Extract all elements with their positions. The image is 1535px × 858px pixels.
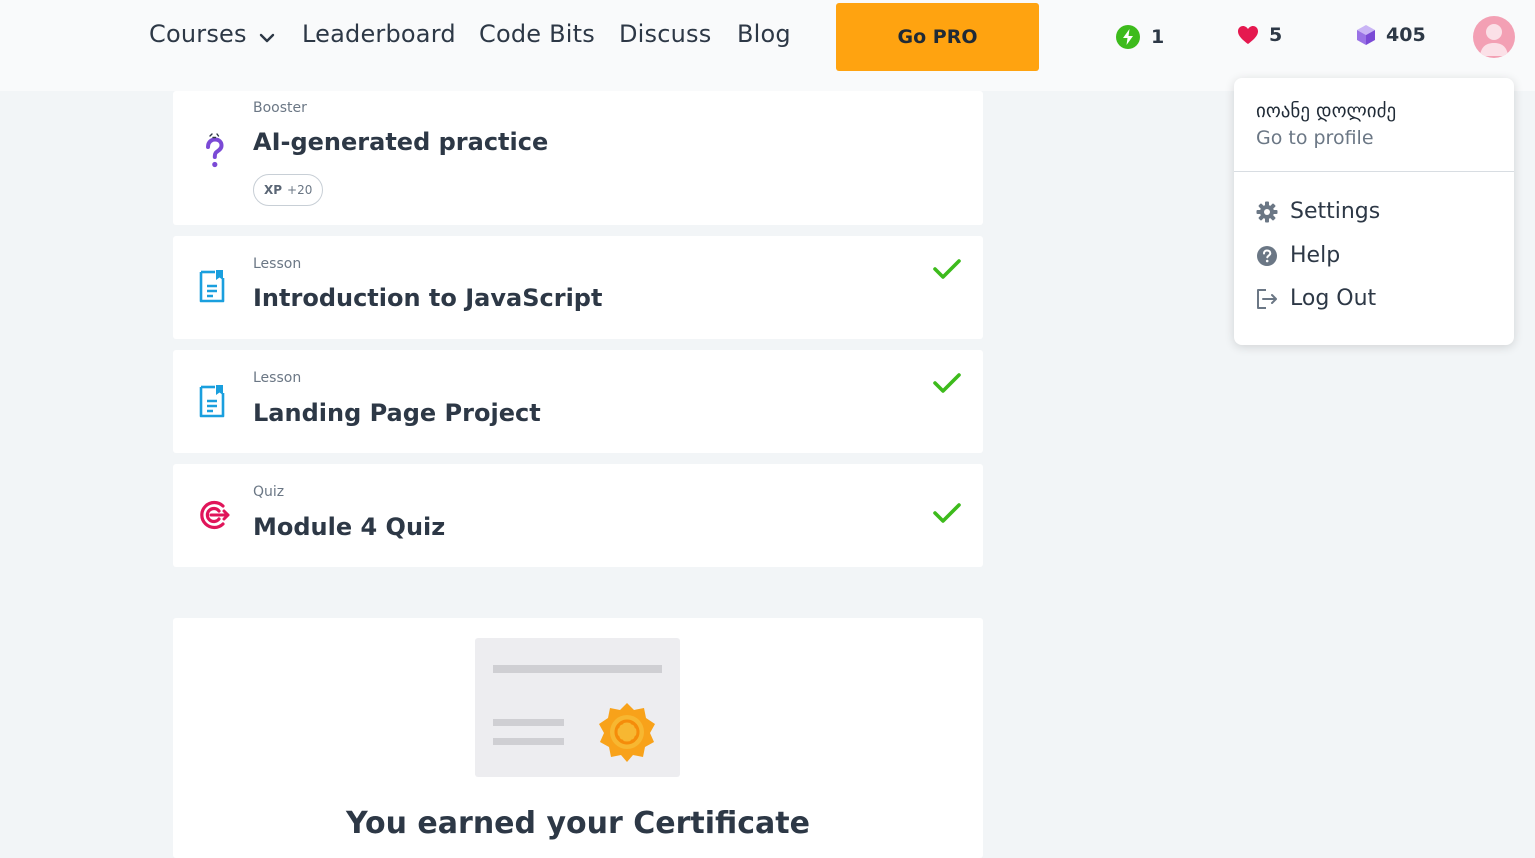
streak-count: 1 (1151, 26, 1165, 48)
lightning-icon (1116, 25, 1140, 49)
menu-item-help[interactable]: Help (1256, 243, 1340, 268)
item-title: Introduction to JavaScript (253, 284, 603, 312)
go-pro-button[interactable]: Go PRO (836, 3, 1039, 71)
nav-code-bits[interactable]: Code Bits (479, 20, 595, 48)
user-name: იოანე დოლიძე (1256, 100, 1397, 122)
nav-discuss[interactable]: Discuss (619, 20, 711, 48)
menu-item-label: Settings (1290, 199, 1381, 224)
nav-leaderboard[interactable]: Leaderboard (302, 20, 456, 48)
item-kind: Quiz (253, 484, 285, 500)
chevron-down-icon (259, 21, 275, 49)
menu-item-label: Log Out (1290, 286, 1377, 311)
user-avatar[interactable] (1473, 16, 1515, 58)
seal-badge-icon (599, 703, 655, 762)
lesson-icon (197, 384, 229, 424)
quiz-card[interactable]: Quiz Module 4 Quiz (173, 464, 983, 567)
nav-blog[interactable]: Blog (737, 20, 791, 48)
logout-icon (1257, 288, 1277, 309)
item-kind: Booster (253, 100, 307, 116)
gems-count: 405 (1386, 24, 1426, 46)
lesson-icon (197, 269, 229, 309)
certificate-title: You earned your Certificate (346, 806, 810, 841)
completed-check-icon (933, 502, 961, 528)
gear-icon (1256, 201, 1278, 222)
item-kind: Lesson (253, 256, 302, 272)
lesson-card[interactable]: Lesson Introduction to JavaScript (173, 236, 983, 339)
item-title: Landing Page Project (253, 399, 541, 427)
nav-courses-label: Courses (149, 20, 247, 48)
help-circle-icon (1257, 245, 1277, 266)
hearts-counter[interactable]: 5 (1237, 24, 1282, 46)
avatar-person-icon (1480, 24, 1508, 56)
streak-counter[interactable]: 1 (1115, 24, 1164, 50)
completed-check-icon (933, 258, 961, 284)
lesson-card[interactable]: Lesson Landing Page Project (173, 350, 983, 453)
question-mark-icon (197, 133, 231, 177)
gems-counter[interactable]: 405 (1356, 24, 1426, 46)
item-kind: Lesson (253, 370, 302, 386)
menu-divider (1234, 171, 1514, 172)
item-title: AI-generated practice (253, 128, 549, 156)
xp-label: XP (264, 183, 283, 197)
booster-card[interactable]: Booster AI-generated practice XP +20 (173, 91, 983, 225)
go-to-profile-link[interactable]: Go to profile (1256, 127, 1374, 149)
certificate-card: You earned your Certificate (173, 618, 983, 858)
xp-value: +20 (287, 183, 313, 197)
certificate-illustration (475, 638, 680, 777)
hearts-count: 5 (1269, 24, 1283, 46)
heart-icon (1238, 26, 1258, 44)
menu-item-label: Help (1290, 243, 1341, 268)
item-title: Module 4 Quiz (253, 513, 446, 541)
nav-courses[interactable]: Courses (149, 20, 275, 49)
gem-cube-icon (1357, 25, 1375, 45)
menu-item-logout[interactable]: Log Out (1256, 286, 1376, 311)
xp-badge: XP +20 (253, 174, 324, 206)
target-icon (197, 499, 231, 535)
profile-dropdown-menu: იოანე დოლიძე Go to profile Settings Help… (1234, 78, 1514, 345)
completed-check-icon (933, 372, 961, 398)
menu-item-settings[interactable]: Settings (1256, 199, 1380, 224)
